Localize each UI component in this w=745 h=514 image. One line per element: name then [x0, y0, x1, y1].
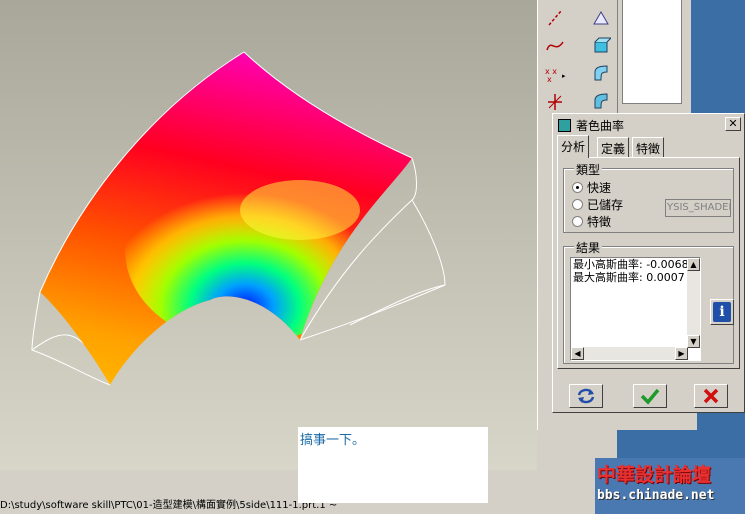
curve-icon[interactable]	[542, 34, 568, 58]
scroll-left-icon[interactable]: ◀	[571, 347, 584, 360]
analysis-icon[interactable]	[588, 90, 614, 114]
coordinate-system-icon[interactable]	[542, 90, 568, 114]
info-button[interactable]: i	[710, 299, 734, 325]
tab-panel: 類型 快速 已儲存 特徵 YSIS_SHADED_1 結果 最小高斯曲率: -0…	[557, 157, 740, 369]
radio-label: 快速	[587, 181, 612, 195]
radio-quick[interactable]: 快速	[572, 179, 611, 196]
dialog-app-icon	[558, 118, 571, 132]
svg-text:▸: ▸	[562, 72, 566, 80]
radio-feature[interactable]: 特徵	[572, 213, 611, 230]
dialog-titlebar[interactable]: 著色曲率 ✕	[555, 116, 742, 134]
graphics-viewport[interactable]	[0, 0, 537, 470]
svg-text:x: x	[547, 75, 552, 84]
tab-analysis[interactable]: 分析	[557, 135, 590, 158]
max-gaussian-curvature: 最大高斯曲率: 0.0007	[573, 271, 685, 284]
saved-analysis-field[interactable]: YSIS_SHADED_1	[665, 199, 731, 217]
scroll-down-icon[interactable]: ▼	[687, 335, 700, 348]
repaint-button[interactable]	[569, 384, 603, 408]
radio-button[interactable]	[572, 182, 583, 193]
note-text: 搞事一下。	[300, 433, 366, 448]
radio-label: 特徵	[587, 215, 612, 229]
model-tree-panel	[617, 0, 691, 130]
result-group: 結果 最小高斯曲率: -0.0068 最大高斯曲率: 0.0007 ▲ ▼ ◀ …	[563, 239, 734, 364]
forum-name: 中華設計論壇	[597, 464, 712, 486]
min-gaussian-curvature: 最小高斯曲率: -0.0068	[573, 258, 689, 271]
radio-button[interactable]	[572, 216, 583, 227]
tab-feature[interactable]: 特徵	[632, 137, 665, 157]
type-group-label: 類型	[574, 161, 603, 178]
panel-footer	[617, 410, 697, 430]
vertical-scrollbar[interactable]: ▲ ▼	[687, 258, 700, 348]
sketch-line-icon[interactable]	[542, 6, 568, 30]
cancel-x-icon	[703, 388, 719, 404]
result-group-label: 結果	[574, 239, 603, 256]
curvature-shaded-surface	[31, 51, 446, 386]
repaint-icon	[577, 388, 595, 404]
ok-button[interactable]	[633, 384, 667, 408]
info-icon: i	[713, 302, 731, 322]
plane-icon[interactable]	[588, 6, 614, 30]
scroll-up-icon[interactable]: ▲	[687, 258, 700, 271]
round-icon[interactable]	[588, 62, 614, 86]
file-path-text: D:\study\software skill\PTC\01-造型建模\構面實例…	[0, 500, 338, 511]
surface-icon[interactable]	[588, 34, 614, 58]
model-tree[interactable]	[622, 0, 682, 104]
forum-watermark: 中華設計論壇 bbs.chinade.net	[595, 458, 745, 514]
shaded-curvature-dialog: 著色曲率 ✕ 分析 定義 特徵 類型 快速 已儲存 特徵 YSIS_SHADED…	[552, 113, 745, 413]
forum-url: bbs.chinade.net	[597, 488, 715, 503]
radio-saved[interactable]: 已儲存	[572, 196, 623, 213]
ok-check-icon	[640, 388, 660, 405]
scroll-right-icon[interactable]: ▶	[675, 347, 688, 360]
cancel-button[interactable]	[694, 384, 728, 408]
result-list[interactable]: 最小高斯曲率: -0.0068 最大高斯曲率: 0.0007 ▲ ▼ ◀ ▶	[570, 257, 701, 361]
dialog-title: 著色曲率	[576, 118, 625, 133]
close-icon[interactable]: ✕	[725, 117, 741, 131]
radio-button[interactable]	[572, 199, 583, 210]
type-group: 類型 快速 已儲存 特徵 YSIS_SHADED_1	[563, 161, 734, 233]
tab-definition[interactable]: 定義	[597, 137, 630, 157]
datum-point-icon[interactable]: x x x ▸	[542, 62, 568, 86]
radio-label: 已儲存	[587, 198, 624, 212]
note-box: 搞事一下。	[298, 427, 488, 503]
horizontal-scrollbar[interactable]: ◀ ▶	[571, 347, 688, 360]
